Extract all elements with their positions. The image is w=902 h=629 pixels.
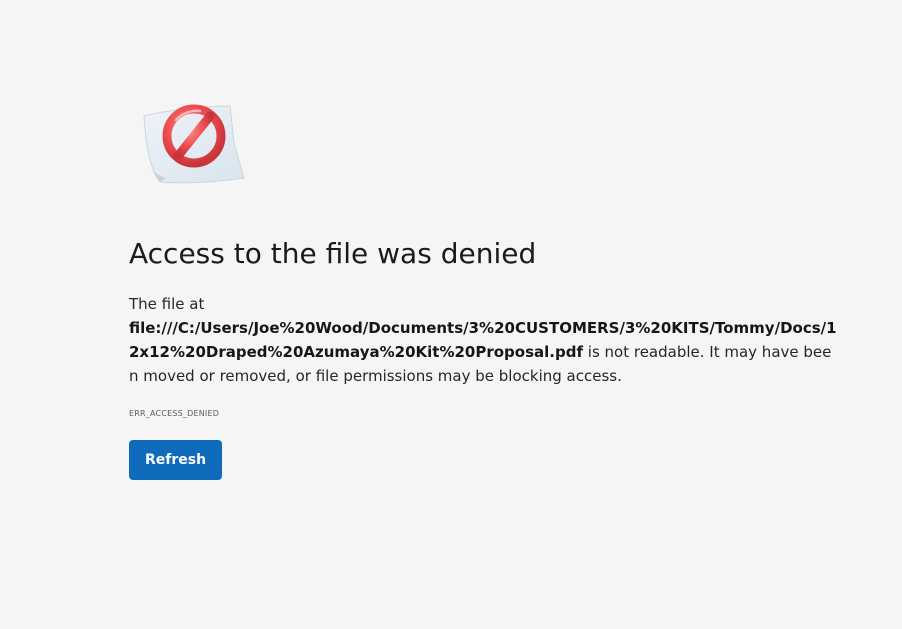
blocked-file-icon — [138, 98, 250, 188]
error-message: The file at file:///C:/Users/Joe%20Wood/… — [129, 292, 839, 388]
error-message-prefix: The file at — [129, 295, 205, 313]
error-code: ERR_ACCESS_DENIED — [129, 409, 220, 418]
refresh-button[interactable]: Refresh — [129, 440, 223, 480]
error-title: Access to the file was denied — [129, 237, 537, 270]
error-page: Access to the file was denied The file a… — [129, 232, 839, 480]
